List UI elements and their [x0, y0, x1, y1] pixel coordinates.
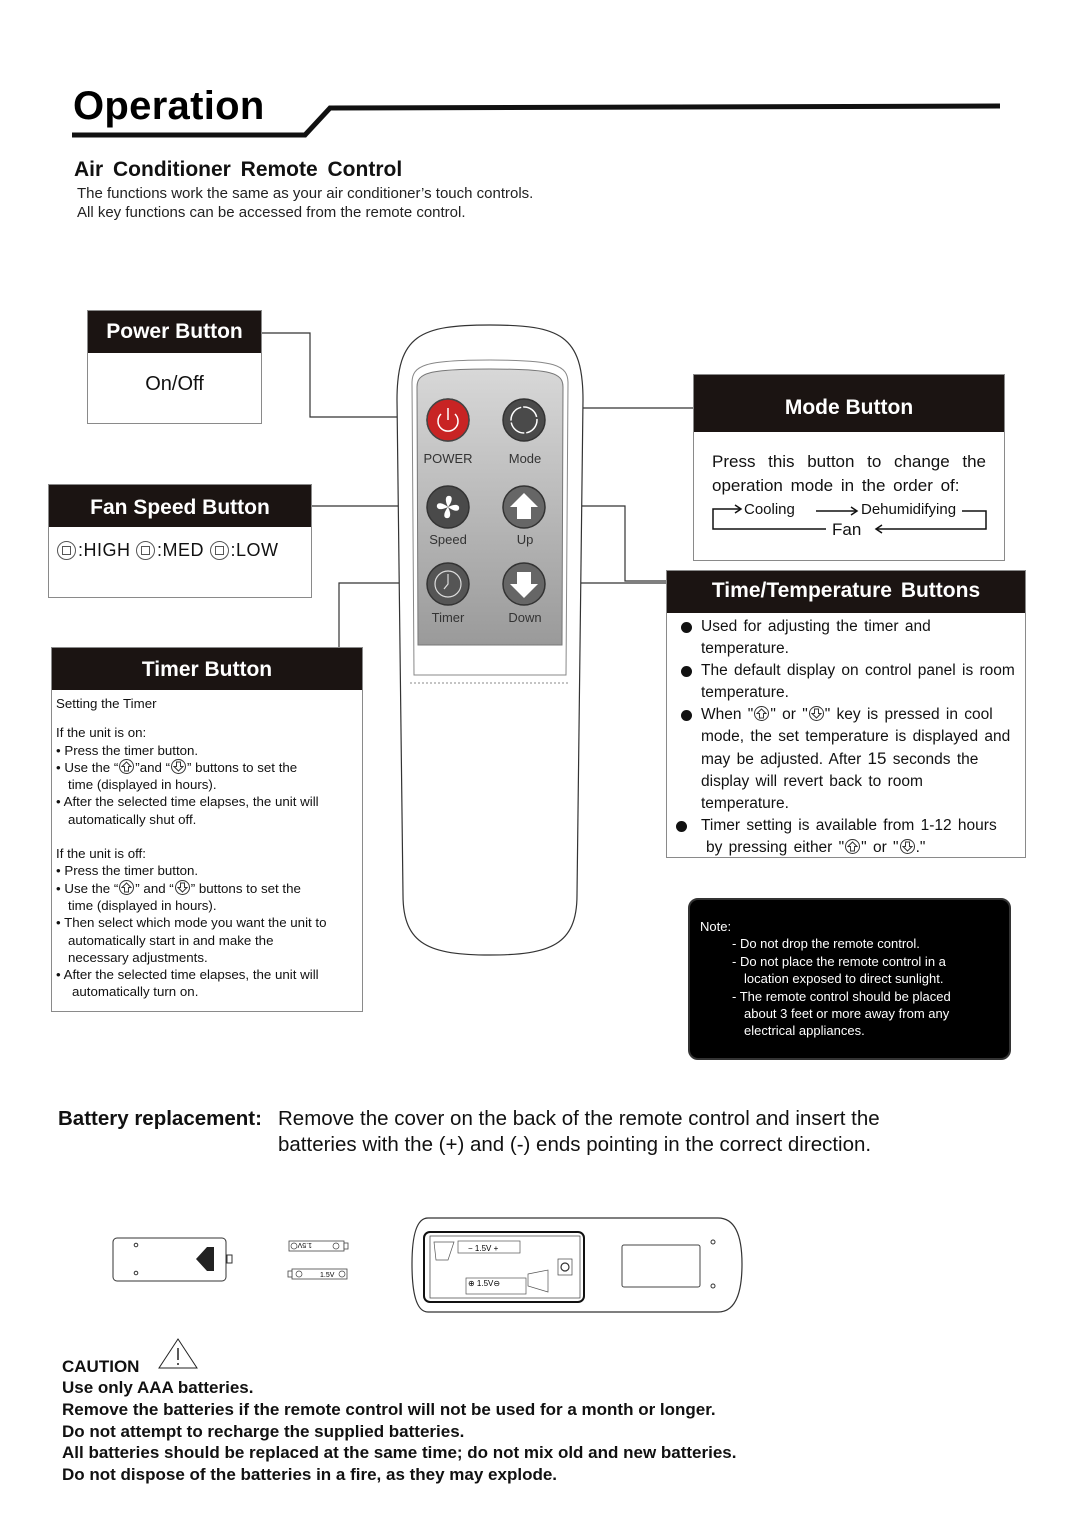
power-icon [426, 398, 470, 442]
caution-line: All batteries should be replaced at the … [62, 1443, 737, 1462]
caution-line: Remove the batteries if the remote contr… [62, 1400, 716, 1419]
up-key-icon [845, 839, 861, 854]
power-callout-body: On/Off [145, 373, 204, 395]
timer-step: • Press the timer button. [56, 742, 199, 758]
fan-callout-title: Fan Speed Button [49, 485, 311, 527]
timer-step: • Then select which mode you want the un… [56, 915, 327, 931]
caution-line: Do not dispose of the batteries in a fir… [62, 1465, 558, 1484]
remote-up-button[interactable] [502, 485, 546, 529]
up-key-icon [119, 879, 135, 895]
fan-speed-levels: :HIGH :MED :LOW [49, 527, 311, 561]
mode-fan: Fan [832, 520, 862, 539]
arrow-down-icon [502, 562, 546, 606]
tt-bullet: When " " or " " key is pressed in cool mod… [677, 704, 1015, 815]
up-key-icon [119, 758, 135, 774]
time-temperature-callout: Time/Temperature Buttons Used for adjust… [666, 570, 1026, 858]
timer-callout-body: Setting the Timer If the unit is on: • P… [52, 690, 362, 1001]
timer-step-cont: necessary adjustments. [68, 949, 208, 965]
down-key-icon [808, 706, 824, 721]
down-key-icon [899, 839, 915, 854]
remote-power-button[interactable] [426, 398, 470, 442]
note-item-cont: about 3 feet or more away from any [744, 1006, 950, 1022]
fan-speed-icon [209, 541, 229, 560]
timer-on-heading: If the unit is on: [56, 725, 147, 741]
fan-level-low: :LOW [230, 540, 279, 560]
timer-step: • After the selected time elapses, the u… [56, 794, 319, 810]
timer-heading: Setting the Timer [56, 696, 157, 711]
remote-label-speed: Speed [429, 532, 467, 547]
tt-callout-body: Used for adjusting the timer and tempera… [667, 613, 1025, 859]
timer-callout-title: Timer Button [52, 648, 362, 690]
tt-callout-title: Time/Temperature Buttons [667, 571, 1025, 613]
remote-timer-button[interactable] [426, 562, 470, 606]
timer-step-cont: automatically shut off. [68, 811, 197, 827]
battery-voltage-label: 1.5V [320, 1272, 335, 1279]
fan-speed-icon [136, 541, 156, 560]
timer-step: • Use the “”and “” buttons to set the [56, 758, 298, 775]
caution-label: CAUTION [62, 1357, 140, 1376]
timer-step-cont: time (displayed in hours). [68, 777, 217, 793]
mode-dehumidifying: Dehumidifying [861, 501, 957, 518]
note-item: - The remote control should be placed [732, 988, 951, 1004]
mode-button-callout: Mode Button Press this button to change … [693, 374, 1005, 561]
note-label: Note: [700, 919, 732, 934]
down-key-icon [171, 758, 187, 774]
timer-step-cont: time (displayed in hours). [68, 897, 217, 913]
down-key-icon [174, 879, 190, 895]
battery-replacement-label: Battery replacement: [58, 1107, 262, 1130]
up-key-icon [754, 706, 770, 721]
battery-instructions-line: Remove the cover on the back of the remo… [278, 1107, 880, 1130]
mode-callout-title: Mode Button [694, 375, 1004, 432]
note-item: - Do not place the remote control in a [732, 953, 946, 969]
tt-bullet: The default display on control panel is … [677, 660, 1015, 704]
svg-text:1.5V: 1.5V [297, 1241, 312, 1248]
svg-text:⊕ 1.5V⊖: ⊕ 1.5V⊖ [468, 1279, 500, 1288]
timer-button-callout: Timer Button Setting the Timer If the un… [51, 647, 363, 1012]
note-box: Note: - Do not drop the remote control. … [688, 898, 1011, 1060]
remote-label-mode: Mode [508, 451, 542, 466]
remote-down-button[interactable] [502, 562, 546, 606]
timer-step-cont: automatically start in and make the [68, 932, 274, 948]
timer-step-cont: automatically turn on. [72, 984, 199, 1000]
cycle-icon [502, 398, 546, 442]
note-item: - Do not drop the remote control. [732, 936, 920, 952]
note-item-cont: electrical appliances. [744, 1023, 865, 1039]
fan-speed-callout: Fan Speed Button :HIGH :MED :LOW [48, 484, 312, 598]
timer-off-heading: If the unit is off: [56, 846, 146, 862]
remote-back-illustration: − 1.5V + ⊕ 1.5V⊖ [411, 1217, 743, 1313]
remote-control-illustration [396, 324, 584, 956]
fan-icon [426, 485, 470, 529]
tt-bullet: Used for adjusting the timer and tempera… [677, 616, 1015, 660]
caution-line: Do not attempt to recharge the supplied … [62, 1422, 465, 1441]
mode-cooling: Cooling [744, 501, 795, 518]
battery-instructions-line: batteries with the (+) and (-) ends poin… [278, 1133, 872, 1156]
fan-speed-icon [57, 541, 76, 560]
arrow-up-icon [502, 485, 546, 529]
note-item-cont: location exposed to direct sunlight. [744, 971, 944, 987]
timer-step: • After the selected time elapses, the u… [56, 967, 319, 983]
timer-step: • Use the “” and “” buttons to set the [56, 879, 301, 896]
remote-label-down: Down [508, 610, 542, 625]
remote-label-power: POWER [423, 451, 473, 466]
remote-label-timer: Timer [431, 610, 465, 625]
clock-icon [426, 562, 470, 606]
warning-triangle-icon [158, 1338, 198, 1369]
remote-label-up: Up [516, 532, 534, 547]
mode-cycle-diagram: Cooling Dehumidifying Fan [706, 501, 991, 549]
battery-cover-illustration [112, 1237, 233, 1282]
aaa-batteries-illustration: 1.5V 1.5V [287, 1240, 349, 1280]
tt-bullet: Timer setting is available from 1-12 hou… [676, 815, 1015, 859]
remote-mode-button[interactable] [502, 398, 546, 442]
timer-step: • Press the timer button. [56, 863, 199, 879]
mode-callout-body: Press this button to change the operatio… [712, 452, 986, 495]
fan-level-med: :MED [157, 540, 205, 560]
svg-text:− 1.5V +: − 1.5V + [468, 1244, 499, 1253]
fan-level-high: :HIGH [78, 540, 131, 560]
power-callout-title: Power Button [88, 311, 261, 353]
remote-speed-button[interactable] [426, 485, 470, 529]
caution-line: Use only AAA batteries. [62, 1378, 254, 1397]
power-button-callout: Power Button On/Off [87, 310, 262, 424]
